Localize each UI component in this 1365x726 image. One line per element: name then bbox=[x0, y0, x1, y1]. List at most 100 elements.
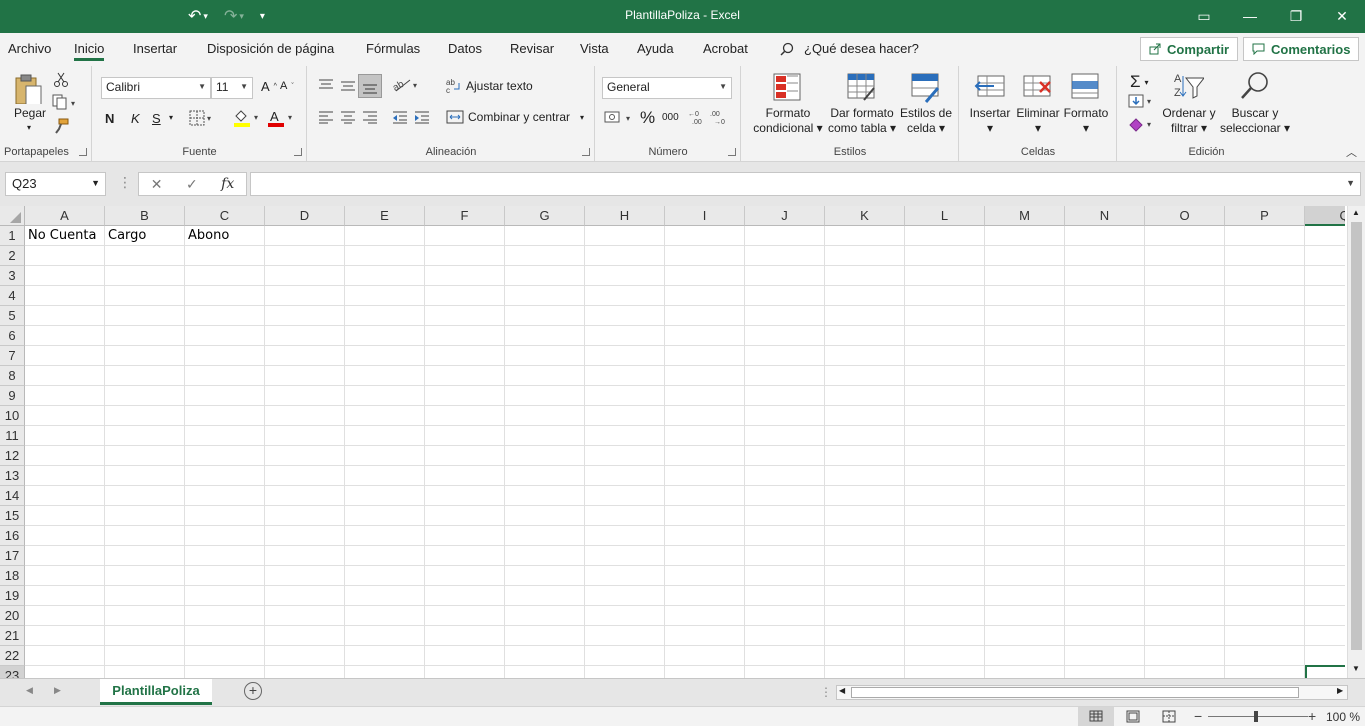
row-header-19[interactable]: 19 bbox=[0, 586, 25, 606]
row-header-16[interactable]: 16 bbox=[0, 526, 25, 546]
borders-icon[interactable]: ▾ bbox=[189, 110, 215, 126]
accounting-format-icon[interactable]: ▾ bbox=[604, 110, 636, 126]
find-select-label[interactable]: Buscar y seleccionar ▾ bbox=[1218, 106, 1292, 136]
sheet-tab[interactable]: PlantillaPoliza bbox=[100, 679, 212, 705]
column-header-k[interactable]: K bbox=[825, 206, 905, 226]
cancel-icon[interactable]: ✕ bbox=[151, 176, 163, 193]
row-header-10[interactable]: 10 bbox=[0, 406, 25, 426]
delete-cells-icon[interactable] bbox=[1022, 72, 1054, 104]
align-center-icon[interactable] bbox=[340, 110, 356, 124]
share-button[interactable]: Compartir bbox=[1140, 37, 1239, 61]
fill-icon[interactable]: ▾ bbox=[1128, 94, 1156, 110]
scroll-left-icon[interactable]: ◀ bbox=[839, 686, 845, 695]
column-header-d[interactable]: D bbox=[265, 206, 345, 226]
decrease-decimal-icon[interactable]: .00→0 bbox=[710, 108, 728, 126]
zoom-in-button[interactable]: + bbox=[1308, 708, 1316, 724]
minimize-button[interactable]: — bbox=[1227, 5, 1273, 27]
underline-button[interactable]: S bbox=[152, 111, 161, 126]
zoom-level[interactable]: 100 % bbox=[1326, 710, 1360, 724]
copy-icon[interactable]: ▾ bbox=[52, 94, 80, 110]
cell-b1[interactable]: Cargo bbox=[105, 226, 185, 246]
row-header-14[interactable]: 14 bbox=[0, 486, 25, 506]
page-break-preview-icon[interactable] bbox=[1162, 710, 1176, 723]
font-launcher-icon[interactable] bbox=[294, 148, 302, 156]
row-header-21[interactable]: 21 bbox=[0, 626, 25, 646]
close-button[interactable]: ✕ bbox=[1319, 5, 1365, 27]
column-header-f[interactable]: F bbox=[425, 206, 505, 226]
align-right-icon[interactable] bbox=[362, 110, 378, 124]
align-left-icon[interactable] bbox=[318, 110, 334, 124]
column-header-o[interactable]: O bbox=[1145, 206, 1225, 226]
row-header-13[interactable]: 13 bbox=[0, 466, 25, 486]
underline-dropdown-icon[interactable]: ▾ bbox=[169, 113, 173, 122]
format-as-table-label[interactable]: Dar formato como tabla ▾ bbox=[824, 106, 900, 136]
clear-icon[interactable]: ▾ bbox=[1128, 116, 1156, 132]
row-header-17[interactable]: 17 bbox=[0, 546, 25, 566]
comments-button[interactable]: Comentarios bbox=[1243, 37, 1360, 61]
tab-disposición-de-página[interactable]: Disposición de página bbox=[207, 41, 334, 56]
column-header-g[interactable]: G bbox=[505, 206, 585, 226]
column-header-i[interactable]: I bbox=[665, 206, 745, 226]
clipboard-launcher-icon[interactable] bbox=[79, 148, 87, 156]
zoom-slider[interactable] bbox=[1208, 716, 1308, 717]
row-header-20[interactable]: 20 bbox=[0, 606, 25, 626]
add-sheet-icon[interactable]: + bbox=[244, 682, 262, 700]
column-header-j[interactable]: J bbox=[745, 206, 825, 226]
column-header-c[interactable]: C bbox=[185, 206, 265, 226]
tab-acrobat[interactable]: Acrobat bbox=[703, 41, 748, 56]
autosum-button[interactable]: Σ ▾ bbox=[1130, 72, 1149, 92]
bold-button[interactable]: N bbox=[105, 111, 114, 126]
column-header-b[interactable]: B bbox=[105, 206, 185, 226]
format-cells-label[interactable]: Formato ▾ bbox=[1060, 106, 1112, 136]
row-header-3[interactable]: 3 bbox=[0, 266, 25, 286]
expand-formula-icon[interactable]: ▼ bbox=[1346, 178, 1355, 188]
column-header-l[interactable]: L bbox=[905, 206, 985, 226]
merge-center-button[interactable]: Combinar y centrar ▾ bbox=[446, 110, 584, 124]
row-header-8[interactable]: 8 bbox=[0, 366, 25, 386]
align-middle-icon[interactable] bbox=[340, 78, 356, 92]
tab-vista[interactable]: Vista bbox=[580, 41, 609, 56]
font-size-select[interactable]: 11 ▼ bbox=[211, 77, 253, 99]
zoom-out-button[interactable]: − bbox=[1194, 708, 1202, 724]
tab-datos[interactable]: Datos bbox=[448, 41, 482, 56]
number-launcher-icon[interactable] bbox=[728, 148, 736, 156]
cell-styles-label[interactable]: Estilos de celda ▾ bbox=[896, 106, 956, 136]
worksheet-grid[interactable]: A B C D E F G H I J K L M N O P Q 1 2 3 4 5 6 7 8 9 10 11 12 13 14 15 16… bbox=[0, 206, 1345, 678]
active-cell-q23[interactable] bbox=[1305, 665, 1345, 678]
row-header-22[interactable]: 22 bbox=[0, 646, 25, 666]
next-sheet-icon[interactable]: ▶ bbox=[54, 685, 61, 696]
prev-sheet-icon[interactable]: ◀ bbox=[26, 685, 33, 696]
column-header-n[interactable]: N bbox=[1065, 206, 1145, 226]
sort-filter-label[interactable]: Ordenar y filtrar ▾ bbox=[1158, 106, 1220, 136]
column-header-h[interactable]: H bbox=[585, 206, 665, 226]
comma-style-button[interactable]: 000 bbox=[662, 112, 679, 123]
row-header-9[interactable]: 9 bbox=[0, 386, 25, 406]
tell-me-box[interactable]: ¿Qué desea hacer? bbox=[780, 41, 919, 56]
scroll-up-icon[interactable]: ▲ bbox=[1352, 208, 1360, 217]
cell-styles-icon[interactable] bbox=[910, 72, 942, 104]
tab-inicio[interactable]: Inicio bbox=[74, 41, 105, 61]
decrease-indent-icon[interactable] bbox=[392, 110, 408, 124]
sort-filter-icon[interactable]: AZ bbox=[1172, 70, 1204, 102]
vertical-scrollbar[interactable]: ▲ ▼ bbox=[1347, 206, 1365, 678]
page-layout-icon[interactable] bbox=[1126, 710, 1140, 723]
row-header-5[interactable]: 5 bbox=[0, 306, 25, 326]
format-cells-icon[interactable] bbox=[1070, 72, 1102, 104]
normal-view-button[interactable] bbox=[1078, 707, 1114, 726]
font-name-select[interactable]: Calibri ▼ bbox=[101, 77, 211, 99]
align-top-icon[interactable] bbox=[318, 78, 334, 92]
row-header-6[interactable]: 6 bbox=[0, 326, 25, 346]
tab-archivo[interactable]: Archivo bbox=[8, 41, 51, 56]
scroll-right-icon[interactable]: ▶ bbox=[1337, 686, 1343, 695]
formula-input[interactable]: ▼ bbox=[250, 172, 1361, 196]
increase-indent-icon[interactable] bbox=[414, 110, 430, 124]
sheet-split-grip-icon[interactable]: ⋮ bbox=[820, 685, 832, 699]
align-bottom-button[interactable] bbox=[358, 74, 382, 98]
row-header-4[interactable]: 4 bbox=[0, 286, 25, 306]
percent-style-button[interactable]: % bbox=[640, 108, 655, 128]
row-header-23[interactable]: 23 bbox=[0, 666, 25, 678]
format-as-table-icon[interactable] bbox=[846, 72, 878, 104]
collapse-ribbon-icon[interactable]: ︿ bbox=[1346, 144, 1357, 160]
row-header-18[interactable]: 18 bbox=[0, 566, 25, 586]
grow-font-button[interactable]: A ^ bbox=[261, 79, 277, 94]
